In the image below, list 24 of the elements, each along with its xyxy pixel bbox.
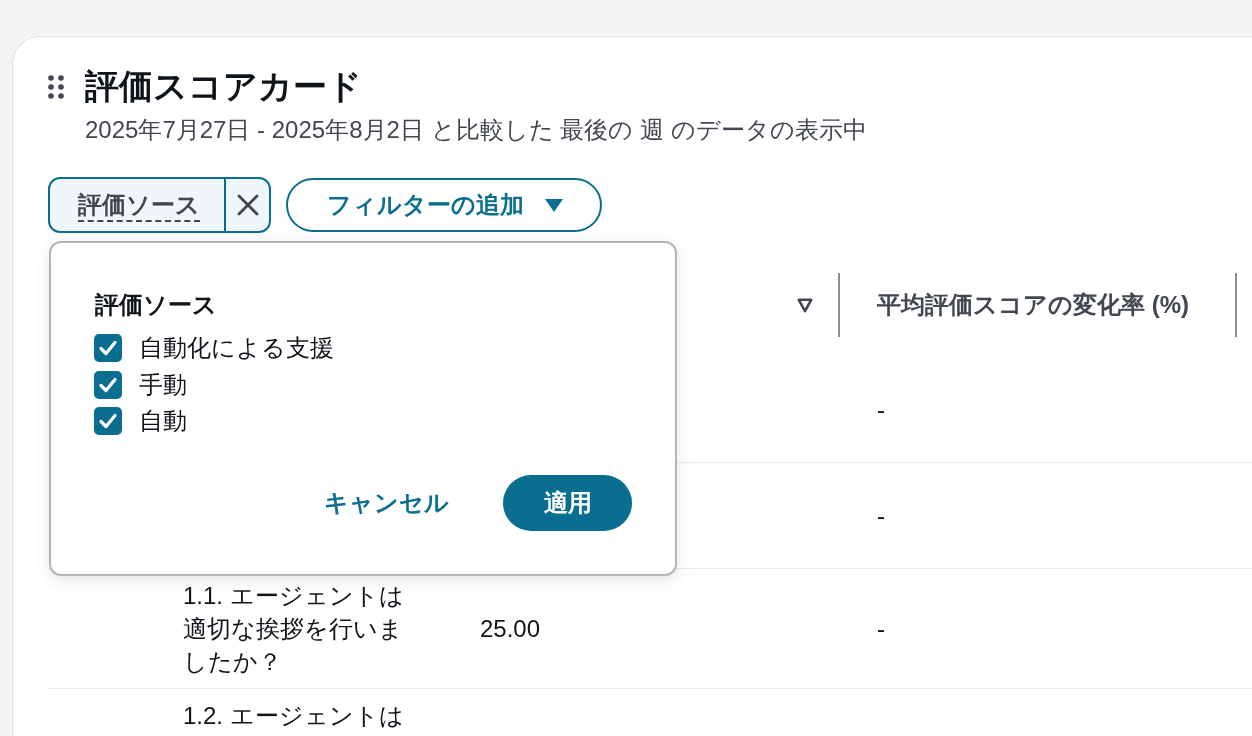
checkbox-label[interactable]: 自動 <box>139 405 187 438</box>
filter-token-label[interactable]: 評価ソース <box>50 179 224 231</box>
sort-icon[interactable] <box>797 297 813 313</box>
checkbox-label[interactable]: 手動 <box>139 368 187 401</box>
change-rate-value: - <box>877 615 885 642</box>
caret-icon <box>545 198 563 212</box>
checkbox[interactable] <box>94 370 122 399</box>
checkbox[interactable] <box>94 407 122 436</box>
change-rate-value: - <box>877 502 885 529</box>
card-subtitle: 2025年7月27日 - 2025年8月2日 と比較した 最後の 週 のデータの表示中 <box>85 115 867 145</box>
question-text: 1.2. エージェントは <box>183 701 404 731</box>
apply-button[interactable]: 適用 <box>503 475 632 531</box>
card-title: 評価スコアカード <box>85 66 362 107</box>
close-icon <box>235 193 260 217</box>
cancel-button[interactable]: キャンセル <box>302 475 471 531</box>
score-value: 25.00 <box>480 615 541 642</box>
popover-title: 評価ソース <box>95 290 217 320</box>
drag-handle-icon[interactable] <box>48 74 64 99</box>
checkbox[interactable] <box>94 334 122 363</box>
add-filter-button[interactable]: フィルターの追加 <box>286 178 602 232</box>
question-text: 1.1. エージェントは適切な挨拶を行いましたか？ <box>183 581 405 677</box>
column-header[interactable]: 平均評価スコアの変化率 (%) <box>877 289 1189 321</box>
change-rate-value: - <box>877 396 885 423</box>
checkbox-label[interactable]: 自動化による支援 <box>139 332 334 365</box>
